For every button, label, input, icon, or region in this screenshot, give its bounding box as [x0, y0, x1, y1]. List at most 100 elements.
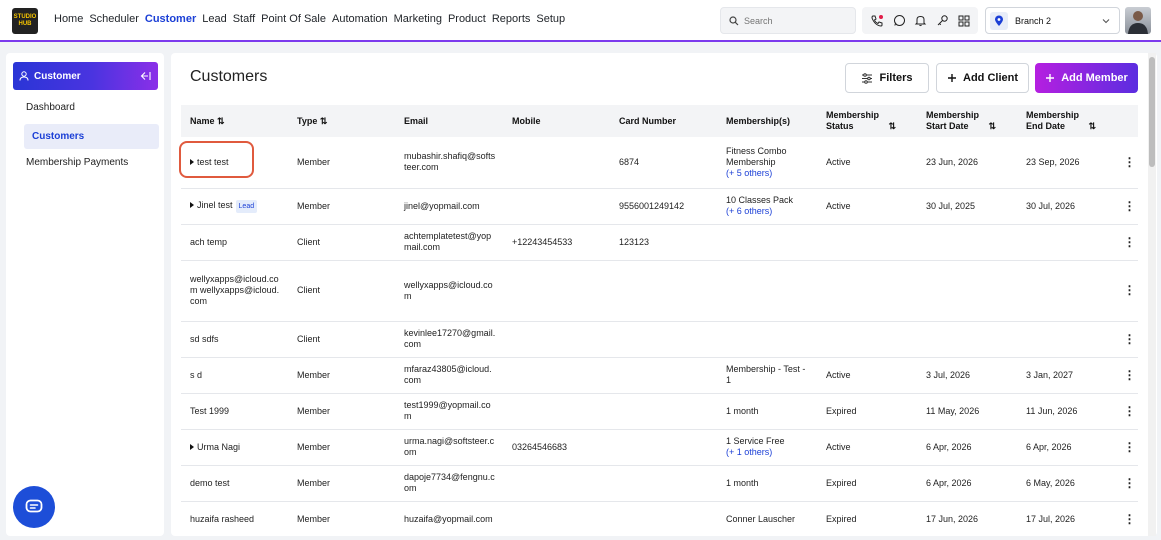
expand-caret-icon[interactable]	[190, 159, 194, 166]
cell-email: wellyxapps@icloud.com	[395, 260, 503, 322]
table-row[interactable]: Urma Nagi Member urma.nagi@softsteer.com 03…	[181, 429, 1138, 466]
cell-name[interactable]: wellyxapps@icloud.com wellyxapps@icloud.…	[181, 260, 288, 322]
chat-button[interactable]	[13, 486, 55, 528]
cell-name[interactable]: demo test	[181, 465, 288, 502]
sidebar-item-customers[interactable]: Customers	[24, 124, 159, 149]
column-header-name[interactable]: Name ⇅	[181, 105, 288, 137]
row-actions-menu-icon[interactable]: ⋮	[1112, 224, 1138, 261]
apps-grid-icon[interactable]	[958, 15, 970, 27]
cell-name[interactable]: ach temp	[181, 224, 288, 261]
more-memberships-link[interactable]: (+ 5 others)	[726, 168, 817, 179]
search-input[interactable]	[744, 15, 844, 26]
nav-point-of-sale[interactable]: Point Of Sale	[261, 13, 326, 25]
table-row[interactable]: huzaifa rasheed Member huzaifa@yopmail.com…	[181, 501, 1138, 536]
cell-name[interactable]: huzaifa rasheed	[181, 501, 288, 536]
row-actions-menu-icon[interactable]: ⋮	[1112, 321, 1138, 358]
nav-lead[interactable]: Lead	[202, 13, 226, 25]
nav-product[interactable]: Product	[448, 13, 486, 25]
customer-name[interactable]: s d	[190, 370, 202, 380]
nav-setup[interactable]: Setup	[536, 13, 565, 25]
nav-scheduler[interactable]: Scheduler	[89, 13, 139, 25]
whatsapp-icon[interactable]	[893, 14, 906, 27]
cell-name[interactable]: Urma Nagi	[181, 429, 288, 466]
cell-name[interactable]: test test	[181, 137, 288, 189]
key-icon[interactable]	[936, 14, 949, 27]
row-actions-menu-icon[interactable]: ⋮	[1112, 501, 1138, 536]
search-box[interactable]	[720, 7, 856, 34]
phone-icon[interactable]	[870, 14, 884, 28]
nav-marketing[interactable]: Marketing	[394, 13, 442, 25]
customer-name[interactable]: ach temp	[190, 237, 227, 247]
scrollbar[interactable]	[1148, 53, 1156, 536]
collapse-sidebar-icon[interactable]	[139, 71, 151, 81]
cell-end	[1017, 224, 1112, 261]
table-row[interactable]: ach temp Client achtemplatetest@yopmail.co…	[181, 224, 1138, 261]
start-value: 23 Jun, 2026	[926, 156, 979, 167]
cell-name[interactable]: s d	[181, 357, 288, 394]
customer-name[interactable]: Jinel test	[197, 200, 233, 210]
end-value: 11 Jun, 2026	[1026, 405, 1078, 416]
customer-name[interactable]: test test	[197, 157, 229, 167]
customer-name[interactable]: wellyxapps@icloud.com wellyxapps@icloud.…	[190, 274, 280, 307]
customer-name[interactable]: Urma Nagi	[197, 442, 240, 452]
nav-home[interactable]: Home	[54, 13, 83, 25]
sidebar-item-membership-payments[interactable]: Membership Payments	[26, 157, 128, 168]
cell-start: 11 May, 2026	[917, 393, 1017, 430]
more-memberships-link[interactable]: (+ 6 others)	[726, 206, 817, 217]
bell-icon[interactable]	[914, 14, 927, 27]
nav-automation[interactable]: Automation	[332, 13, 388, 25]
status-value: Active	[826, 200, 851, 211]
table-row[interactable]: Jinel test Lead Member jinel@yopmail.com 955…	[181, 188, 1138, 225]
cell-name[interactable]: Test 1999	[181, 393, 288, 430]
row-actions-menu-icon[interactable]: ⋮	[1112, 188, 1138, 225]
cell-status	[817, 260, 917, 322]
nav-reports[interactable]: Reports	[492, 13, 531, 25]
customer-name[interactable]: Test 1999	[190, 406, 229, 416]
row-actions-menu-icon[interactable]: ⋮	[1112, 429, 1138, 466]
user-avatar[interactable]	[1125, 7, 1151, 34]
cell-membership: Conner Lauscher	[717, 501, 817, 536]
type-value: Client	[297, 285, 321, 295]
customer-name[interactable]: demo test	[190, 478, 230, 488]
end-value: 23 Sep, 2026	[1026, 156, 1080, 167]
table-row[interactable]: sd sdfs Client kevinlee17270@gmail.com ⋮	[181, 321, 1138, 358]
row-actions-menu-icon[interactable]: ⋮	[1112, 357, 1138, 394]
cell-status: Expired	[817, 393, 917, 430]
scrollbar-thumb[interactable]	[1149, 57, 1155, 167]
row-actions-menu-icon[interactable]: ⋮	[1112, 393, 1138, 430]
column-header-membership-status[interactable]: Membership Status ⇅	[817, 105, 917, 137]
card-value: 9556001249142	[619, 200, 685, 211]
end-value: 6 Apr, 2026	[1026, 441, 1072, 452]
nav-staff[interactable]: Staff	[233, 13, 255, 25]
expand-caret-icon[interactable]	[190, 202, 194, 209]
row-actions-menu-icon[interactable]: ⋮	[1112, 137, 1138, 189]
customer-name[interactable]: huzaifa rasheed	[190, 514, 254, 524]
table-row[interactable]: wellyxapps@icloud.com wellyxapps@icloud.…	[181, 260, 1138, 322]
cell-email: test1999@yopmail.com	[395, 393, 503, 430]
row-actions-menu-icon[interactable]: ⋮	[1112, 465, 1138, 502]
add-client-label: Add Client	[963, 72, 1018, 84]
add-member-button[interactable]: Add Member	[1035, 63, 1138, 93]
type-value: Member	[297, 156, 331, 167]
cell-end	[1017, 260, 1112, 322]
app-logo[interactable]: STUDIO HUB	[12, 8, 38, 34]
branch-selector[interactable]: Branch 2	[985, 7, 1120, 34]
cell-name[interactable]: sd sdfs	[181, 321, 288, 358]
table-row[interactable]: s d Member mfaraz43805@icloud.com Membershi…	[181, 357, 1138, 394]
row-actions-menu-icon[interactable]: ⋮	[1112, 260, 1138, 322]
expand-caret-icon[interactable]	[190, 444, 194, 451]
sidebar-item-dashboard[interactable]: Dashboard	[26, 102, 75, 113]
cell-card	[610, 393, 717, 430]
nav-customer[interactable]: Customer	[145, 13, 196, 25]
column-header-start-date[interactable]: Membership Start Date ⇅	[917, 105, 1017, 137]
add-client-button[interactable]: Add Client	[936, 63, 1029, 93]
column-header-end-date[interactable]: Membership End Date ⇅	[1017, 105, 1112, 137]
table-row[interactable]: test test Member mubashir.shafiq@softsteer…	[181, 137, 1138, 189]
filters-button[interactable]: Filters	[845, 63, 929, 93]
column-header-type[interactable]: Type ⇅	[288, 105, 395, 137]
table-row[interactable]: Test 1999 Member test1999@yopmail.com 1 mon…	[181, 393, 1138, 430]
cell-name[interactable]: Jinel test Lead	[181, 188, 288, 225]
table-row[interactable]: demo test Member dapoje7734@fengnu.com 1 mo…	[181, 465, 1138, 502]
customer-name[interactable]: sd sdfs	[190, 334, 219, 344]
more-memberships-link[interactable]: (+ 1 others)	[726, 447, 817, 458]
